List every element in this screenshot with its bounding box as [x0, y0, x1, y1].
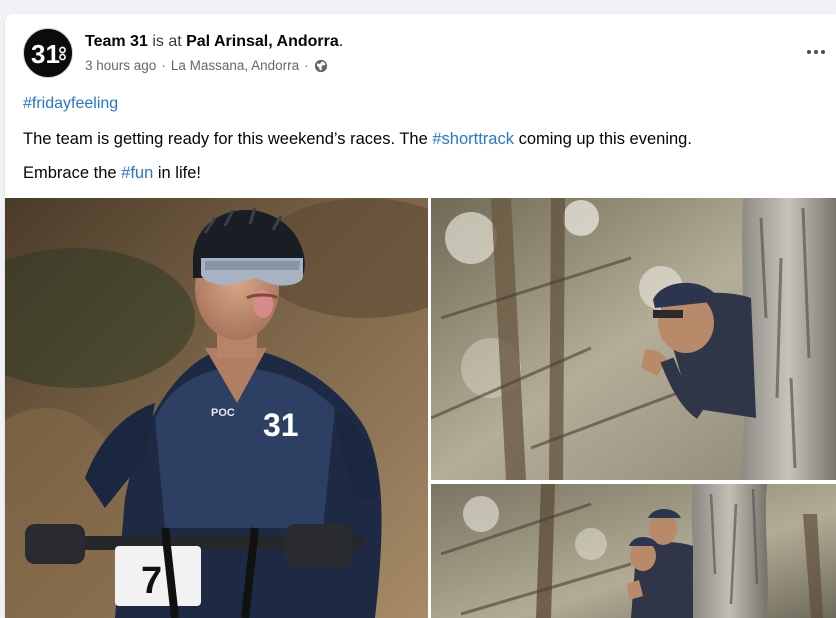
more-options-icon [807, 50, 811, 54]
hashtag-shorttrack-link[interactable]: #shorttrack [432, 130, 514, 148]
jersey-logo: 31 [263, 407, 299, 443]
photo-tree-peek[interactable] [431, 198, 836, 480]
page-avatar[interactable]: 31 [23, 28, 73, 78]
photo-tree-group[interactable] [431, 484, 836, 618]
photo-rider[interactable]: 31 POC 7 [5, 198, 428, 618]
post-header: 31 Team 31 is at Pal Arinsal, Andorra. 3… [5, 14, 836, 84]
action-text: is at [152, 33, 182, 50]
more-options-button[interactable] [802, 38, 830, 66]
timestamp-link[interactable]: 3 hours ago [85, 57, 156, 75]
post-meta: 3 hours ago · La Massana, Andorra · [85, 57, 328, 75]
jersey-brand: POC [211, 407, 235, 419]
tree-group-image [431, 484, 836, 618]
post-title: Team 31 is at Pal Arinsal, Andorra. [85, 32, 343, 52]
post-text: The team is getting ready for this weeke… [23, 122, 823, 190]
place-link[interactable]: La Massana, Andorra [171, 57, 299, 75]
svg-text:31: 31 [31, 39, 60, 69]
location-link[interactable]: Pal Arinsal, Andorra [186, 33, 339, 50]
post-text-part1: The team is getting ready for this weeke… [23, 130, 433, 148]
more-options-icon-dot-3 [821, 50, 825, 54]
team31-logo-icon: 31 [31, 39, 66, 69]
post-card: 31 Team 31 is at Pal Arinsal, Andorra. 3… [5, 14, 836, 618]
rider-image: 31 POC 7 [5, 198, 428, 618]
hashtag-fun-link[interactable]: #fun [121, 164, 153, 182]
more-options-icon-dot [814, 50, 818, 54]
plate-number: 7 [141, 560, 162, 602]
hashtag-fridayfeeling-link[interactable]: #fridayfeeling [23, 93, 118, 115]
title-period: . [338, 33, 344, 50]
post-text-part4: in life! [153, 164, 201, 182]
author-name-link[interactable]: Team 31 [85, 33, 148, 50]
globe-icon[interactable] [314, 59, 328, 73]
post-text-part2: coming up this evening. [513, 130, 692, 148]
tree-peek-image [431, 198, 836, 480]
meta-separator: · [161, 58, 166, 73]
meta-separator-2: · [304, 58, 309, 73]
post-text-part3: Embrace the [23, 164, 122, 182]
